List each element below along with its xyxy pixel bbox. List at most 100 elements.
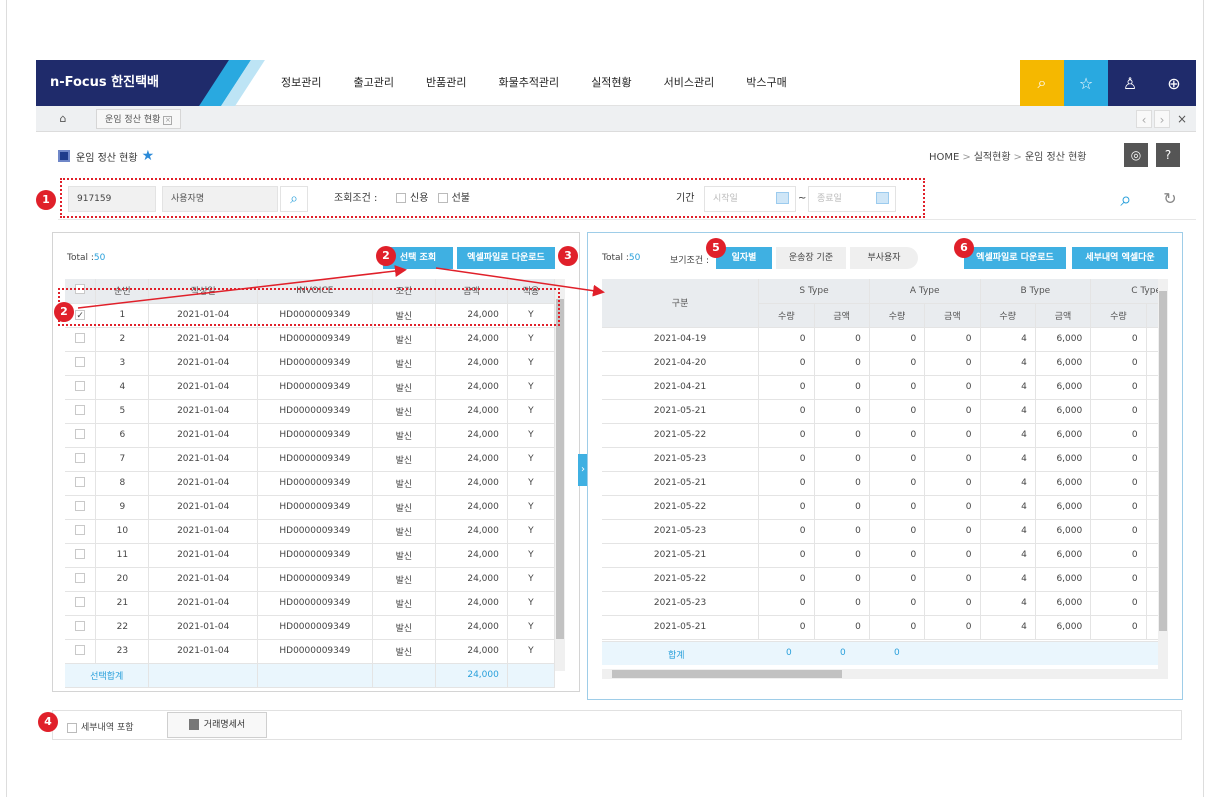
cell-date: 2021-05-21 [602,615,760,640]
cell-value: 0 [924,447,981,472]
table-row[interactable]: 10 2021-01-04 HD0000009349 발신 24,000 Y [65,519,556,544]
brand-logo[interactable]: n-Focus 한진택배 [36,60,211,106]
table-row[interactable]: 4 2021-01-04 HD0000009349 발신 24,000 Y [65,375,556,400]
table-row[interactable]: 2021-05-23 0 0 0 0 4 6,000 0 [602,447,1158,472]
cell-value: 0 [758,567,815,592]
favorite-icon[interactable]: ☆ [1064,60,1108,106]
row-checkbox[interactable] [75,596,86,607]
include-detail-checkbox[interactable] [67,722,77,733]
cell-amount: 24,000 [435,591,508,616]
cell-value: 6,000 [1035,447,1092,472]
table-row[interactable]: 9 2021-01-04 HD0000009349 발신 24,000 Y [65,495,556,520]
table-row[interactable]: 2021-05-23 0 0 0 0 4 6,000 0 [602,519,1158,544]
table-row[interactable]: 5 2021-01-04 HD0000009349 발신 24,000 Y [65,399,556,424]
nav-item-service[interactable]: 서비스관리 [664,60,715,106]
tab-close-icon[interactable]: × [163,116,173,125]
cell-value [1146,447,1158,472]
table-row[interactable]: 23 2021-01-04 HD0000009349 발신 24,000 Y [65,639,556,664]
nav-item-info[interactable]: 정보관리 [281,60,321,106]
cell-amount: 24,000 [435,615,508,640]
view-by-subuser[interactable]: 부사용자 [850,247,918,269]
breadcrumb-section[interactable]: 실적현황 [974,152,1011,163]
sub-header: 수량 [980,303,1036,328]
cell-check [65,351,97,376]
search-icon[interactable]: ⌕ [1020,60,1064,106]
table-row[interactable]: 2021-04-20 0 0 0 0 4 6,000 0 [602,351,1158,376]
user-icon[interactable]: ♙ [1108,60,1152,106]
tab-prev-icon[interactable]: ‹ [1136,110,1152,128]
row-checkbox[interactable] [75,476,86,487]
row-checkbox[interactable] [75,500,86,511]
table-row[interactable]: 2021-05-23 0 0 0 0 4 6,000 0 [602,591,1158,616]
search-icon[interactable]: ⌕ [1112,185,1140,213]
table-row[interactable]: 2021-05-21 0 0 0 0 4 6,000 0 [602,471,1158,496]
tab-fare-settlement[interactable]: 운임 정산 현황 × [96,109,182,129]
breadcrumb: HOME > 실적현황 > 운임 정산 현황 [929,152,1087,163]
nav-item-tracking[interactable]: 화물추적관리 [498,60,559,106]
nav-item-shipping[interactable]: 출고관리 [353,60,393,106]
table-row[interactable]: 2021-05-21 0 0 0 0 4 6,000 0 [602,615,1158,640]
table-row[interactable]: 2021-05-22 0 0 0 0 4 6,000 0 [602,567,1158,592]
detail-excel-download-button[interactable]: 세부내역 엑셀다운 [1072,247,1168,269]
cell-value: 0 [869,471,926,496]
cell-value: 0 [924,495,981,520]
table-row[interactable]: 2021-04-21 0 0 0 0 4 6,000 0 [602,375,1158,400]
cell-no: 21 [95,591,150,616]
table-row[interactable]: 2 2021-01-04 HD0000009349 발신 24,000 Y [65,327,556,352]
cell-amount: 24,000 [435,639,508,664]
statement-button[interactable]: 거래명세서 [167,712,267,738]
globe-icon[interactable]: ⊕ [1152,60,1196,106]
cell-invoice: HD0000009349 [257,375,373,400]
home-icon[interactable]: ⌂ [48,110,78,128]
cell-check [65,423,97,448]
table-row[interactable]: 8 2021-01-04 HD0000009349 발신 24,000 Y [65,471,556,496]
row-checkbox[interactable] [75,356,86,367]
table-row[interactable]: 21 2021-01-04 HD0000009349 발신 24,000 Y [65,591,556,616]
row-checkbox[interactable] [75,332,86,343]
row-checkbox[interactable] [75,524,86,535]
row-checkbox[interactable] [75,644,86,655]
nav-item-performance[interactable]: 실적현황 [591,60,631,106]
scroll-thumb[interactable] [612,670,842,678]
star-icon[interactable]: ★ [142,148,155,164]
row-checkbox[interactable] [75,548,86,559]
excel-download-button[interactable]: 엑셀파일로 다운로드 [964,247,1066,269]
row-checkbox[interactable] [75,620,86,631]
table-row[interactable]: 3 2021-01-04 HD0000009349 발신 24,000 Y [65,351,556,376]
scroll-thumb[interactable] [556,299,564,639]
cell-amount: 24,000 [435,519,508,544]
sum-empty [507,663,556,688]
table-row[interactable]: 20 2021-01-04 HD0000009349 발신 24,000 Y [65,567,556,592]
row-checkbox[interactable] [75,404,86,415]
excel-download-button[interactable]: 엑셀파일로 다운로드 [457,247,555,269]
tab-next-icon[interactable]: › [1154,110,1170,128]
refresh-icon[interactable]: ↻ [1156,185,1184,213]
table-row[interactable]: 2021-05-21 0 0 0 0 4 6,000 0 [602,399,1158,424]
table-row[interactable]: 2021-05-22 0 0 0 0 4 6,000 0 [602,495,1158,520]
cell-value: 0 [758,591,815,616]
table-row[interactable]: 2021-04-19 0 0 0 0 4 6,000 0 [602,327,1158,352]
left-vertical-scrollbar[interactable] [555,279,565,671]
table-row[interactable]: 22 2021-01-04 HD0000009349 발신 24,000 Y [65,615,556,640]
cell-invoice: HD0000009349 [257,567,373,592]
cell-value: 0 [869,327,926,352]
close-all-tabs-icon[interactable]: × [1174,110,1190,128]
nav-item-returns[interactable]: 반품관리 [426,60,466,106]
row-checkbox[interactable] [75,572,86,583]
scroll-thumb[interactable] [1159,291,1167,631]
table-row[interactable]: 7 2021-01-04 HD0000009349 발신 24,000 Y [65,447,556,472]
row-checkbox[interactable] [75,380,86,391]
right-horizontal-scrollbar[interactable] [602,669,1168,679]
row-checkbox[interactable] [75,452,86,463]
settings-icon[interactable]: ◎ [1124,143,1148,167]
table-row[interactable]: 2021-05-22 0 0 0 0 4 6,000 0 [602,423,1158,448]
help-icon[interactable]: ? [1156,143,1180,167]
right-vertical-scrollbar[interactable] [1158,279,1168,669]
view-by-waybill[interactable]: 운송장 기준 [776,247,846,269]
table-row[interactable]: 2021-05-21 0 0 0 0 4 6,000 0 [602,543,1158,568]
table-row[interactable]: 6 2021-01-04 HD0000009349 발신 24,000 Y [65,423,556,448]
row-checkbox[interactable] [75,428,86,439]
breadcrumb-home[interactable]: HOME [929,152,959,163]
nav-item-box-purchase[interactable]: 박스구매 [746,60,786,106]
table-row[interactable]: 11 2021-01-04 HD0000009349 발신 24,000 Y [65,543,556,568]
